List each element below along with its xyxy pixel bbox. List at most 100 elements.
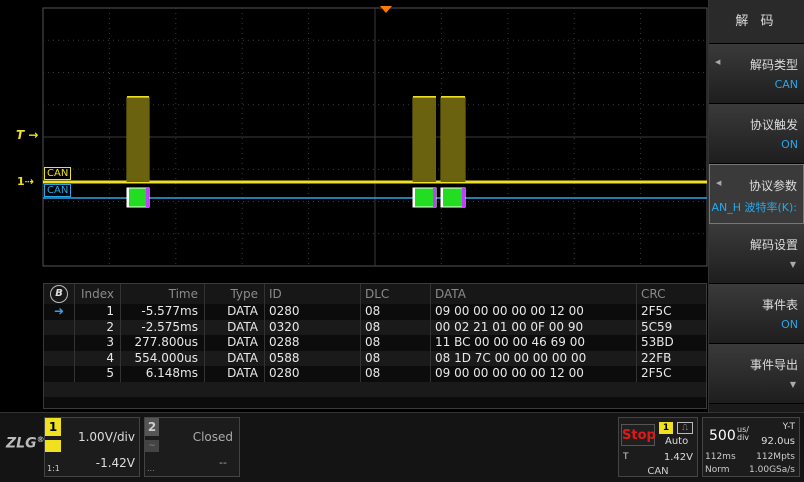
menu-event-table[interactable]: 事件表 ON — [709, 284, 804, 344]
cell-crc: 22FB — [636, 350, 708, 366]
decode-frame-end — [462, 188, 465, 207]
timebase-settings[interactable]: 500 us/div Y-T 92.0us 112ms 112Mpts Norm… — [702, 417, 800, 477]
cell-dlc: 08 — [360, 335, 430, 351]
decode-bus-label: CAN — [44, 184, 72, 197]
brand-logo: ZLG® — [6, 435, 45, 452]
table-body: ➜ 1 -5.577ms DATA 0280 08 09 00 00 00 00 00 12… — [44, 304, 706, 413]
ch2-status: Closed — [192, 430, 233, 444]
run-stop-button[interactable]: Stop — [621, 424, 656, 446]
decode-frame-start — [441, 188, 443, 207]
ch1-badge: 1 — [45, 418, 61, 436]
cell-data: 11 BC 00 00 00 46 69 00 — [430, 335, 636, 351]
ch2-settings[interactable]: 2 ~ ... Closed -- — [144, 417, 240, 477]
acquisition-mode: Norm — [705, 465, 730, 475]
menu-title: 解 码 — [709, 0, 804, 44]
ch1-settings[interactable]: 1 1:1 1.00V/div -1.42V — [44, 417, 140, 477]
cell-time: 277.800us — [120, 335, 204, 351]
table-row[interactable]: ➜ 1 -5.577ms DATA 0280 08 09 00 00 00 00 00 12… — [44, 304, 706, 320]
menu-protocol-params[interactable]: ◀ 协议参数 AN_H 波特率(K): — [709, 164, 804, 224]
col-time: Time — [120, 284, 204, 304]
cell-crc: 53BD — [636, 335, 708, 351]
cell-type: DATA — [204, 335, 264, 351]
sample-rate: 1.00GSa/s — [749, 465, 795, 475]
bus-b-icon: B — [50, 285, 68, 303]
ch1-probe-ratio: 1:1 — [47, 464, 60, 473]
trigger-position-marker — [380, 6, 392, 13]
down-triangle-icon: ▼ — [789, 380, 796, 389]
cell-type: DATA — [204, 319, 264, 335]
decode-frame-start — [413, 188, 415, 207]
edge-icon: ⎍ — [677, 422, 693, 434]
cell-index: 5 — [74, 366, 120, 382]
cell-time: -5.577ms — [120, 304, 204, 320]
table-row-empty — [44, 397, 706, 413]
cell-time: 6.148ms — [120, 366, 204, 382]
cell-id: 0588 — [264, 350, 360, 366]
table-row[interactable]: 5 6.148ms DATA 0280 08 09 00 00 00 00 00 12 0… — [44, 366, 706, 382]
cell-dlc: 08 — [360, 366, 430, 382]
cell-data: 09 00 00 00 00 00 12 00 — [430, 366, 636, 382]
timebase-unit: us/div — [737, 425, 750, 442]
trigger-mode: Auto — [665, 436, 689, 447]
decode-event-table[interactable]: B Index Time Type ID DLC DATA CRC ➜ 1 -5.5… — [43, 283, 707, 409]
cell-id: 0288 — [264, 335, 360, 351]
cell-data: 00 02 21 01 00 0F 00 90 — [430, 319, 636, 335]
ch1-burst-fill — [127, 96, 149, 182]
col-data: DATA — [430, 284, 636, 304]
cell-index: 1 — [74, 304, 120, 320]
cell-dlc: 08 — [360, 350, 430, 366]
arrow-right-icon: ➜ — [54, 304, 65, 318]
cell-crc: 5C59 — [636, 319, 708, 335]
cell-index: 2 — [74, 319, 120, 335]
trigger-protocol: CAN — [647, 466, 669, 477]
cell-id: 0320 — [264, 319, 360, 335]
waveform-display[interactable]: T → 1⇢ CAN CAN B Index Time Type ID DLC … — [0, 0, 708, 412]
cell-dlc: 08 — [360, 304, 430, 320]
cell-data: 09 00 00 00 00 00 12 00 — [430, 304, 636, 320]
cell-index: 3 — [74, 335, 120, 351]
cell-type: DATA — [204, 350, 264, 366]
decode-menu: 解 码 ◀ 解码类型 CAN 协议触发 ON ◀ 协议参数 AN_H 波特率(K… — [708, 0, 804, 412]
time-span: 112ms — [705, 452, 736, 462]
ac-coupling-icon: ~ — [145, 440, 159, 452]
trigger-settings[interactable]: Stop 1 ⎍ Auto T 1.42V CAN — [618, 417, 698, 477]
col-type: Type — [204, 284, 264, 304]
cell-crc: 2F5C — [636, 366, 708, 382]
table-row[interactable]: 4 554.000us DATA 0588 08 08 1D 7C 00 00 00 00… — [44, 350, 708, 366]
cell-time: 554.000us — [120, 350, 204, 366]
menu-decode-settings[interactable]: 解码设置 ▼ — [709, 224, 804, 284]
cell-time: -2.575ms — [120, 319, 204, 335]
cell-data: 08 1D 7C 00 00 00 00 00 — [430, 350, 636, 366]
ch2-badge: 2 — [145, 418, 159, 436]
col-index: Index — [74, 284, 120, 304]
dc-coupling-icon — [45, 440, 61, 452]
cell-id: 0280 — [264, 304, 360, 320]
decode-frame — [412, 187, 437, 208]
menu-event-export[interactable]: 事件导出 ▼ — [709, 344, 804, 404]
decode-frame-end — [433, 188, 436, 207]
memory-depth: 112Mpts — [756, 452, 795, 462]
menu-protocol-trigger[interactable]: 协议触发 ON — [709, 104, 804, 164]
table-row[interactable]: 2 -2.575ms DATA 0320 08 00 02 21 01 00 0F 00 … — [44, 319, 708, 335]
ch2-probe-ratio: ... — [147, 464, 155, 473]
table-row[interactable]: 3 277.800us DATA 0288 08 11 BC 00 00 00 46 69… — [44, 335, 706, 351]
col-dlc: DLC — [360, 284, 430, 304]
cell-dlc: 08 — [360, 319, 430, 335]
trigger-level: 1.42V — [663, 452, 693, 463]
table-header: B Index Time Type ID DLC DATA CRC — [44, 284, 706, 304]
ch1-bus-label: CAN — [44, 167, 72, 180]
trigger-level-marker[interactable]: T → — [16, 128, 38, 142]
table-row-empty — [44, 381, 706, 397]
horizontal-delay: 92.0us — [761, 436, 795, 447]
cell-type: DATA — [204, 366, 264, 382]
ch1-offset-marker[interactable]: 1⇢ — [17, 175, 34, 188]
decode-frame — [126, 187, 150, 208]
cell-type: DATA — [204, 304, 264, 320]
ch2-offset: -- — [219, 456, 227, 469]
left-triangle-icon: ◀ — [715, 58, 721, 66]
menu-decode-type[interactable]: ◀ 解码类型 CAN — [709, 44, 804, 104]
ch1-offset: -1.42V — [95, 456, 135, 470]
timebase-value: 500 — [709, 428, 736, 444]
decode-frame-start — [127, 188, 129, 207]
timebase-mode: Y-T — [782, 422, 795, 432]
